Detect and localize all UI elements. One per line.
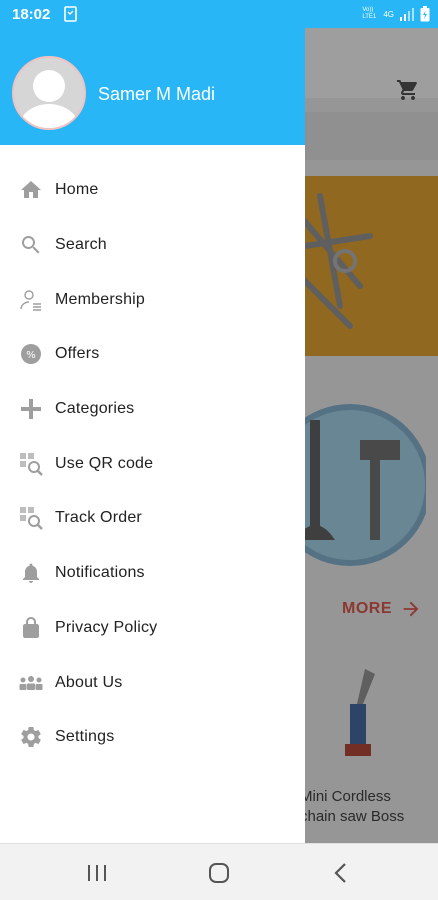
menu-label: Offers [55, 345, 100, 363]
menu-label: Settings [55, 728, 115, 746]
drawer-menu: Home Search Membership % Offers Categori… [0, 163, 305, 765]
menu-item-offers[interactable]: % Offers [0, 327, 305, 382]
home-icon [18, 177, 44, 203]
menu-item-track-order[interactable]: Track Order [0, 491, 305, 546]
svg-text:%: % [26, 350, 36, 361]
menu-item-settings[interactable]: Settings [0, 710, 305, 765]
signal-icon [400, 8, 414, 21]
status-time: 18:02 [12, 6, 51, 23]
track-order-icon [18, 505, 44, 531]
battery-icon [420, 6, 430, 22]
menu-label: Categories [55, 400, 135, 418]
drawer-header: Samer M Madi [0, 28, 305, 145]
menu-label: Track Order [55, 509, 142, 527]
menu-item-home[interactable]: Home [0, 163, 305, 218]
menu-label: About Us [55, 673, 123, 691]
menu-label: Use QR code [55, 454, 154, 472]
navigation-drawer: Samer M Madi Home Search Membership % Of… [0, 0, 305, 843]
menu-item-qr-code[interactable]: Use QR code [0, 436, 305, 491]
network-type-label: 4G [383, 9, 394, 19]
menu-label: Home [55, 181, 99, 199]
menu-item-notifications[interactable]: Notifications [0, 546, 305, 601]
system-nav-bar [0, 843, 438, 900]
offers-icon: % [18, 341, 44, 367]
menu-item-about-us[interactable]: About Us [0, 655, 305, 710]
lock-icon [18, 615, 44, 641]
menu-item-search[interactable]: Search [0, 218, 305, 273]
menu-label: Notifications [55, 564, 145, 582]
search-icon [18, 232, 44, 258]
gear-icon [18, 724, 44, 750]
menu-label: Privacy Policy [55, 618, 158, 636]
menu-label: Membership [55, 290, 146, 308]
menu-label: Search [55, 236, 107, 254]
membership-icon [18, 287, 44, 313]
menu-item-privacy-policy[interactable]: Privacy Policy [0, 601, 305, 656]
notification-icon [64, 6, 77, 22]
back-icon[interactable] [326, 858, 356, 888]
user-silhouette-icon [19, 70, 79, 128]
qr-code-icon [18, 451, 44, 477]
user-name[interactable]: Samer M Madi [98, 84, 215, 105]
home-button-icon[interactable] [204, 858, 234, 888]
status-bar: 18:02 Vo)) LTE1 4G [0, 0, 438, 28]
volte-label: Vo)) LTE1 [362, 7, 377, 20]
avatar[interactable] [12, 56, 86, 130]
categories-icon [18, 396, 44, 422]
status-indicators: Vo)) LTE1 4G [362, 5, 430, 23]
menu-item-membership[interactable]: Membership [0, 272, 305, 327]
group-icon [18, 670, 44, 696]
recents-icon[interactable] [82, 858, 112, 888]
bell-icon [18, 560, 44, 586]
menu-item-categories[interactable]: Categories [0, 382, 305, 437]
